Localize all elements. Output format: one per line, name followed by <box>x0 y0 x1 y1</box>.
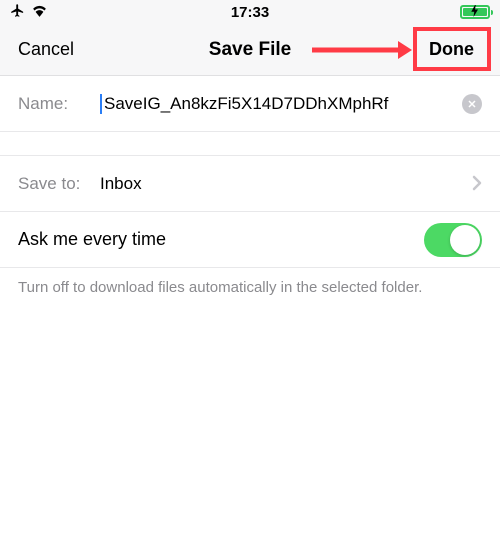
airplane-mode-icon <box>10 3 25 21</box>
name-input[interactable]: SaveIG_An8kzFi5X14D7DDhXMphRf <box>100 94 456 114</box>
wifi-icon <box>31 4 48 20</box>
clear-icon[interactable] <box>462 94 482 114</box>
done-button[interactable]: Done <box>421 35 482 64</box>
battery-icon <box>460 5 490 19</box>
charging-icon <box>471 5 479 20</box>
cancel-button[interactable]: Cancel <box>18 39 74 60</box>
saveto-label: Save to: <box>18 174 100 194</box>
helper-text: Turn off to download files automatically… <box>0 268 500 308</box>
saveto-row[interactable]: Save to: Inbox <box>0 156 500 212</box>
toggle-knob <box>450 225 480 255</box>
nav-bar: Cancel Save File Done <box>0 24 500 76</box>
name-label: Name: <box>18 94 100 114</box>
status-bar: 17:33 <box>0 0 500 24</box>
chevron-right-icon <box>472 171 482 197</box>
status-right <box>460 5 490 19</box>
status-time: 17:33 <box>231 4 269 21</box>
page-title: Save File <box>209 39 291 61</box>
saveto-value: Inbox <box>100 174 466 194</box>
ask-toggle-row: Ask me every time <box>0 212 500 268</box>
ask-toggle[interactable] <box>424 223 482 257</box>
name-row[interactable]: Name: SaveIG_An8kzFi5X14D7DDhXMphRf <box>0 76 500 132</box>
section-gap <box>0 132 500 156</box>
ask-toggle-label: Ask me every time <box>18 229 166 250</box>
status-left <box>10 3 48 21</box>
